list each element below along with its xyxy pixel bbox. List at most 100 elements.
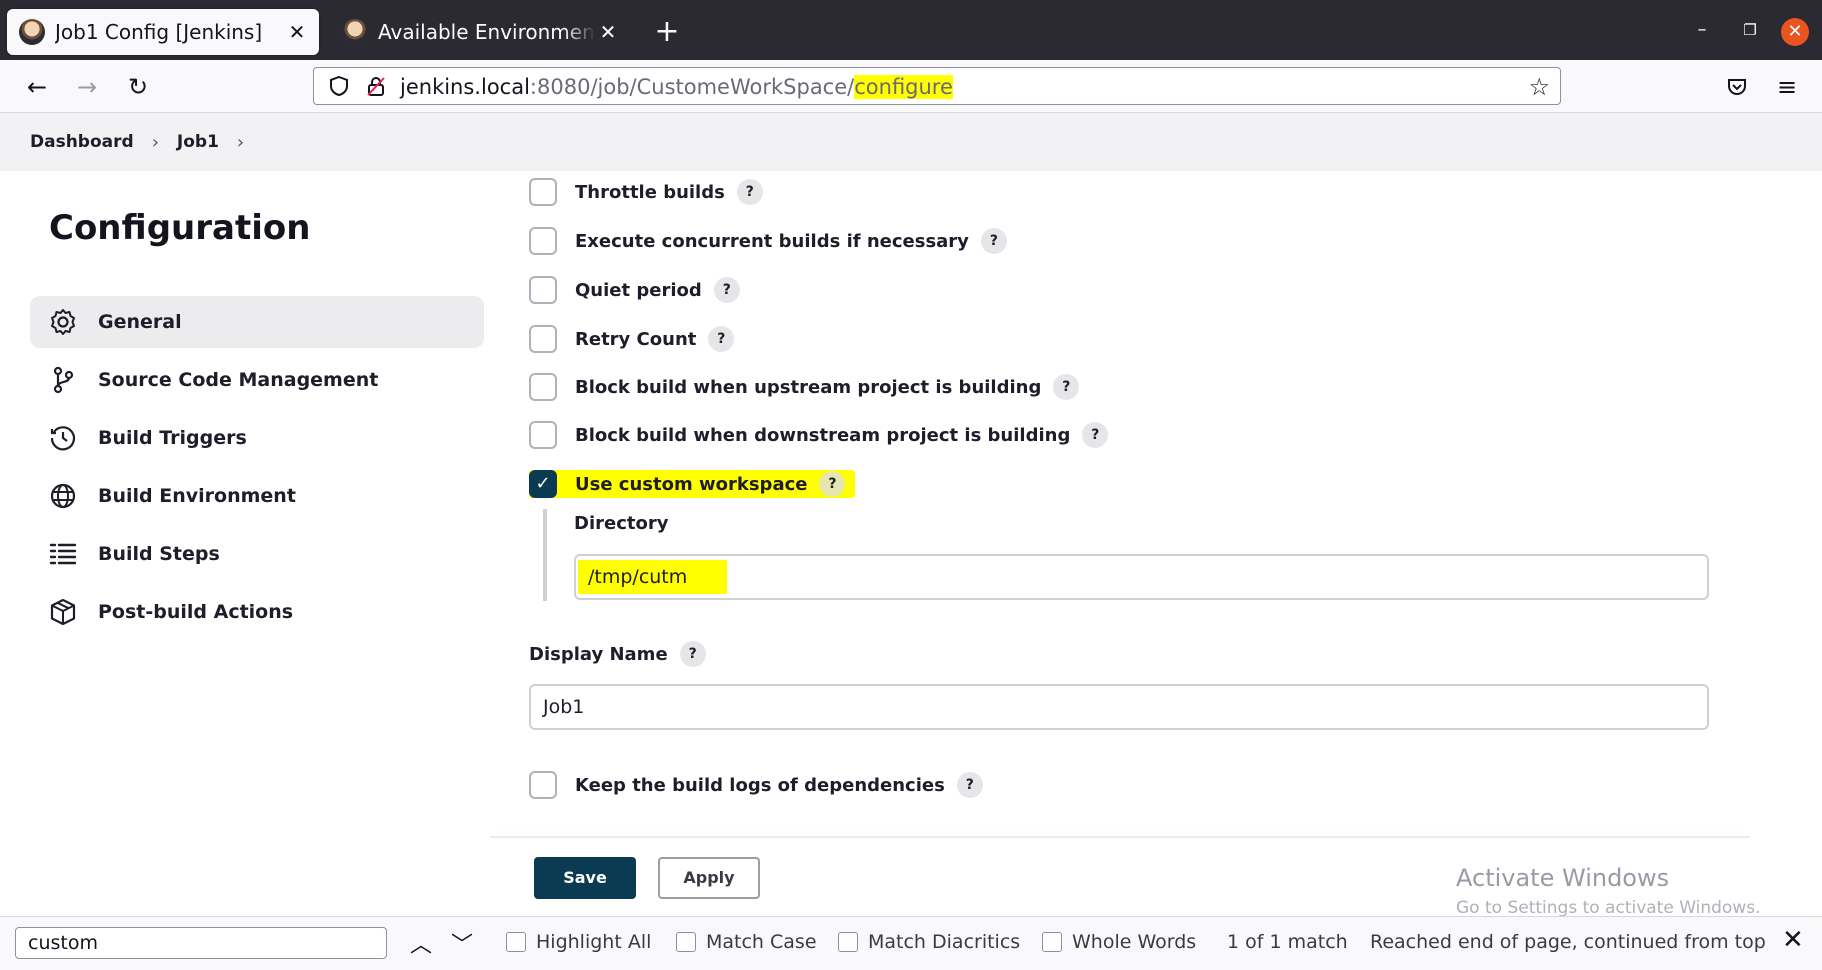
- window-close-icon[interactable]: ✕: [1781, 18, 1809, 46]
- jenkins-favicon-icon: [342, 19, 368, 45]
- find-input[interactable]: custom: [15, 927, 387, 959]
- chevron-right-icon: ›: [151, 131, 159, 153]
- keep-build-logs-checkbox[interactable]: [529, 771, 557, 799]
- whole-words-option[interactable]: Whole Words: [1042, 931, 1196, 953]
- tab-close-icon[interactable]: ✕: [596, 20, 620, 44]
- sidebar-item-post-build-actions[interactable]: Post-build Actions: [30, 586, 484, 638]
- restore-icon[interactable]: ❐: [1734, 14, 1766, 46]
- display-name-input[interactable]: Job1: [529, 684, 1709, 730]
- directory-label: Directory: [574, 513, 669, 534]
- tab-close-icon[interactable]: ✕: [285, 20, 309, 44]
- directory-value: /tmp/cutm: [578, 560, 728, 594]
- clock-icon: [50, 426, 76, 451]
- bookmark-star-icon[interactable]: ☆: [1528, 73, 1550, 101]
- sidebar-item-source-code-management[interactable]: Source Code Management: [30, 354, 484, 406]
- find-wrap-message: Reached end of page, continued from top: [1370, 931, 1766, 953]
- help-icon[interactable]: ?: [1082, 422, 1109, 448]
- sidebar-item-label: General: [98, 311, 182, 333]
- find-previous-icon[interactable]: ︿: [410, 927, 432, 959]
- option-quiet-period: Quiet period ?: [529, 276, 740, 304]
- option-block-downstream: Block build when downstream project is b…: [529, 421, 1109, 449]
- find-bar: custom ︿ ﹀ Highlight All Match Case Matc…: [0, 916, 1822, 970]
- breadcrumb-dashboard[interactable]: Dashboard: [30, 132, 134, 152]
- form-footer-divider: [490, 836, 1750, 838]
- breadcrumb-job1[interactable]: Job1: [177, 132, 219, 152]
- directory-input[interactable]: /tmp/cutm: [574, 554, 1709, 600]
- match-diacritics-checkbox[interactable]: [838, 932, 858, 952]
- browser-tab-bar: Job1 Config [Jenkins] ✕ Available Enviro…: [0, 0, 1822, 60]
- insecure-lock-icon[interactable]: [365, 75, 387, 97]
- find-close-icon[interactable]: ✕: [1782, 925, 1804, 955]
- option-retry-count: Retry Count ?: [529, 325, 735, 353]
- browser-navigation-bar: ← → ↻ jenkins.local:8080/job/CustomeWork…: [0, 60, 1822, 113]
- shield-icon[interactable]: [328, 75, 350, 97]
- option-label: Whole Words: [1072, 931, 1197, 953]
- help-icon[interactable]: ?: [980, 228, 1007, 254]
- page-title: Configuration: [49, 208, 311, 248]
- new-tab-button[interactable]: +: [652, 14, 682, 50]
- chevron-right-icon[interactable]: ›: [237, 132, 244, 153]
- url-host: jenkins.local: [400, 75, 530, 99]
- option-label: Retry Count: [575, 328, 697, 350]
- tab-env-variables[interactable]: Available Environmental Variables ✕: [330, 9, 630, 55]
- reload-icon[interactable]: ↻: [121, 70, 155, 104]
- help-icon[interactable]: ?: [1053, 374, 1080, 400]
- gear-icon: [51, 309, 75, 335]
- custom-workspace-section-rule: [543, 509, 547, 601]
- block-downstream-checkbox[interactable]: [529, 421, 557, 449]
- sidebar-item-build-triggers[interactable]: Build Triggers: [30, 412, 484, 464]
- activate-windows-subtitle: Go to Settings to activate Windows.: [1456, 898, 1761, 918]
- sidebar-item-build-environment[interactable]: Build Environment: [30, 470, 484, 522]
- branch-icon: [53, 366, 74, 394]
- option-keep-build-logs: Keep the build logs of dependencies ?: [529, 771, 983, 799]
- sidebar-item-label: Source Code Management: [98, 369, 379, 391]
- whole-words-checkbox[interactable]: [1042, 932, 1062, 952]
- minimize-icon[interactable]: –: [1686, 14, 1718, 46]
- sidebar-item-build-steps[interactable]: Build Steps: [30, 528, 484, 580]
- package-icon: [50, 598, 76, 626]
- option-label: Throttle builds: [575, 181, 725, 203]
- throttle-builds-checkbox[interactable]: [529, 178, 557, 206]
- block-upstream-checkbox[interactable]: [529, 373, 557, 401]
- highlight-all-checkbox[interactable]: [506, 932, 526, 952]
- activate-windows-watermark: Activate Windows: [1456, 864, 1670, 892]
- retry-count-checkbox[interactable]: [529, 325, 557, 353]
- option-label: Keep the build logs of dependencies: [575, 774, 945, 796]
- url-text[interactable]: jenkins.local:8080/job/CustomeWorkSpace/…: [400, 75, 953, 99]
- match-case-option[interactable]: Match Case: [676, 931, 817, 953]
- display-name-field: Display Name ?: [529, 641, 706, 667]
- match-case-checkbox[interactable]: [676, 932, 696, 952]
- url-path: :8080/job/CustomeWorkSpace/: [529, 75, 855, 99]
- hamburger-menu-icon[interactable]: ≡: [1770, 70, 1804, 104]
- find-next-icon[interactable]: ﹀: [451, 927, 473, 959]
- sidebar-item-general[interactable]: General: [30, 296, 484, 348]
- concurrent-builds-checkbox[interactable]: [529, 227, 557, 255]
- help-icon[interactable]: ?: [713, 277, 740, 303]
- save-button[interactable]: Save: [534, 857, 636, 899]
- match-diacritics-option[interactable]: Match Diacritics: [838, 931, 1020, 953]
- find-match-status: 1 of 1 match: [1227, 931, 1348, 953]
- back-arrow-icon[interactable]: ←: [20, 70, 54, 104]
- help-icon[interactable]: ?: [819, 471, 846, 497]
- option-block-upstream: Block build when upstream project is bui…: [529, 373, 1080, 401]
- help-icon[interactable]: ?: [956, 772, 983, 798]
- sidebar-item-label: Build Triggers: [98, 427, 247, 449]
- apply-button[interactable]: Apply: [658, 857, 760, 899]
- tab-job1-config[interactable]: Job1 Config [Jenkins] ✕: [7, 9, 319, 55]
- help-icon[interactable]: ?: [708, 326, 735, 352]
- quiet-period-checkbox[interactable]: [529, 276, 557, 304]
- address-bar[interactable]: jenkins.local:8080/job/CustomeWorkSpace/…: [313, 67, 1561, 105]
- tab-title: Job1 Config [Jenkins]: [55, 20, 263, 44]
- option-label: Highlight All: [536, 931, 652, 953]
- option-label: Use custom workspace: [575, 473, 808, 495]
- help-icon[interactable]: ?: [736, 179, 763, 205]
- option-label: Block build when upstream project is bui…: [575, 376, 1042, 398]
- help-icon[interactable]: ?: [679, 641, 706, 667]
- custom-workspace-checkbox[interactable]: ✓: [529, 470, 557, 498]
- highlight-all-option[interactable]: Highlight All: [506, 931, 651, 953]
- globe-icon: [50, 483, 76, 509]
- config-section-nav: General Source Code Management Build Tri…: [30, 296, 484, 644]
- tab-title: Available Environmental Variables: [378, 20, 596, 44]
- forward-arrow-icon[interactable]: →: [70, 70, 104, 104]
- pocket-icon[interactable]: [1720, 70, 1754, 104]
